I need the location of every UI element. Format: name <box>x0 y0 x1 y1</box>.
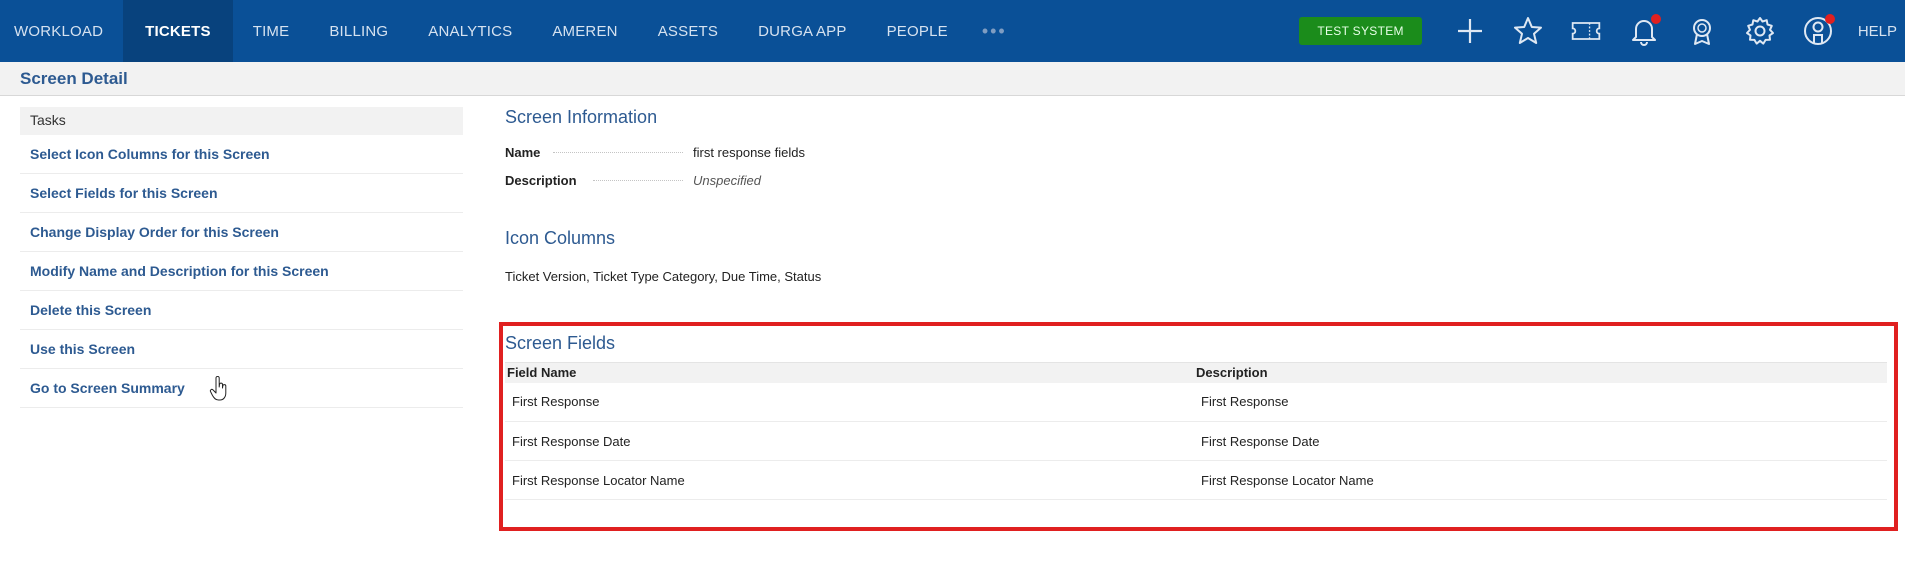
screen-fields-table: Field Name Description First Response Fi… <box>505 362 1887 500</box>
nav-workload[interactable]: WORKLOAD <box>0 0 123 62</box>
award-icon[interactable] <box>1684 13 1720 49</box>
task-delete-screen[interactable]: Delete this Screen <box>20 291 463 330</box>
ticket-icon[interactable] <box>1568 13 1604 49</box>
field-name-cell: First Response Date <box>505 421 1194 461</box>
star-icon[interactable] <box>1510 13 1546 49</box>
task-change-display-order[interactable]: Change Display Order for this Screen <box>20 213 463 252</box>
bell-icon[interactable] <box>1626 13 1662 49</box>
field-description-cell: First Response Date <box>1194 421 1887 461</box>
name-row: Name first response fields <box>505 144 1895 160</box>
field-description-cell: First Response Locator Name <box>1194 460 1887 500</box>
tasks-sidebar: Tasks Select Icon Columns for this Scree… <box>20 107 463 408</box>
task-select-icon-columns[interactable]: Select Icon Columns for this Screen <box>20 135 463 174</box>
nav-people[interactable]: PEOPLE <box>867 0 968 62</box>
user-icon[interactable] <box>1800 13 1836 49</box>
table-row[interactable]: First Response First Response <box>505 382 1887 422</box>
tasks-header: Tasks <box>20 107 463 135</box>
nav-assets[interactable]: ASSETS <box>638 0 738 62</box>
nav-time[interactable]: TIME <box>233 0 310 62</box>
nav-durga-app[interactable]: DURGA APP <box>738 0 867 62</box>
test-system-badge: TEST SYSTEM <box>1299 17 1422 45</box>
screen-fields-title: Screen Fields <box>505 333 616 353</box>
table-header-row: Field Name Description <box>505 362 1887 383</box>
task-modify-name-description[interactable]: Modify Name and Description for this Scr… <box>20 252 463 291</box>
description-value: Unspecified <box>693 172 761 188</box>
field-name-cell: First Response Locator Name <box>505 460 1194 500</box>
field-name-cell: First Response <box>505 382 1194 422</box>
hand-cursor-icon <box>209 376 227 401</box>
nav-billing[interactable]: BILLING <box>309 0 408 62</box>
nav-ameren[interactable]: AMEREN <box>532 0 637 62</box>
plus-icon[interactable] <box>1452 13 1488 49</box>
nav-analytics[interactable]: ANALYTICS <box>408 0 532 62</box>
nav-tickets[interactable]: TICKETS <box>123 0 233 62</box>
help-link[interactable]: HELP <box>1858 23 1897 40</box>
page-header: Screen Detail <box>0 62 1905 96</box>
nav-more-button[interactable]: ••• <box>968 0 1021 62</box>
name-leader-dots <box>553 151 683 153</box>
screen-fields-section: Screen Fields Field Name Description Fir… <box>505 333 1887 500</box>
notification-dot <box>1650 14 1661 24</box>
icon-columns-title: Icon Columns <box>505 228 616 248</box>
page-title: Screen Detail <box>20 69 128 88</box>
name-label: Name <box>505 144 541 160</box>
top-nav: WORKLOAD TICKETS TIME BILLING ANALYTICS … <box>0 0 1905 62</box>
column-header-field-name[interactable]: Field Name <box>505 362 1194 383</box>
table-row[interactable]: First Response Date First Response Date <box>505 421 1887 461</box>
user-notification-dot <box>1824 14 1835 24</box>
main-content: Screen Information Name first response f… <box>505 107 1895 284</box>
task-go-to-screen-summary[interactable]: Go to Screen Summary <box>20 369 463 408</box>
description-leader-dots <box>593 179 683 181</box>
column-header-description[interactable]: Description <box>1194 362 1887 383</box>
task-select-fields[interactable]: Select Fields for this Screen <box>20 174 463 213</box>
gear-icon[interactable] <box>1742 13 1778 49</box>
field-description-cell: First Response <box>1194 382 1887 422</box>
screen-information-title: Screen Information <box>505 107 658 127</box>
name-value: first response fields <box>693 144 805 160</box>
table-row[interactable]: First Response Locator Name First Respon… <box>505 460 1887 500</box>
task-use-screen[interactable]: Use this Screen <box>20 330 463 369</box>
description-row: Description Unspecified <box>505 172 1895 188</box>
icon-columns-value: Ticket Version, Ticket Type Category, Du… <box>505 269 822 284</box>
nav-right-toolbar: TEST SYSTEM HELP <box>1299 0 1905 62</box>
description-label: Description <box>505 172 577 188</box>
